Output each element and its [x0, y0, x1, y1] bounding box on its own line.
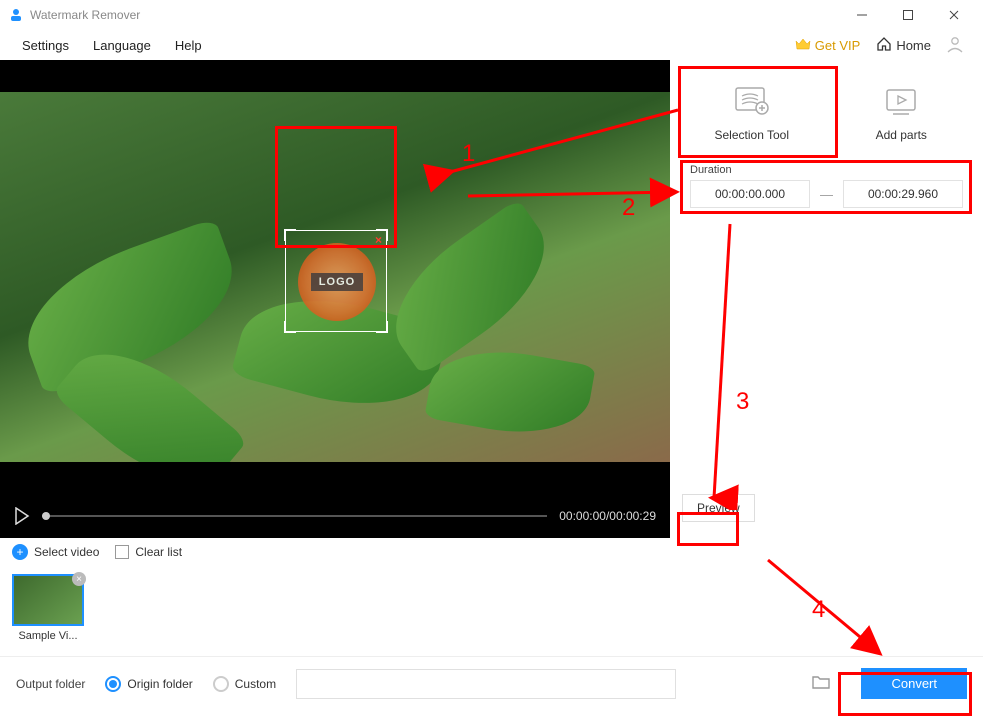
watermark-logo: LOGO — [298, 243, 376, 321]
custom-folder-radio[interactable]: Custom — [213, 676, 276, 692]
side-panel: Selection Tool Add parts Duration 00:00:… — [670, 60, 983, 538]
video-top-bar — [0, 60, 670, 92]
window-title: Watermark Remover — [30, 8, 140, 22]
preview-button[interactable]: Preview — [682, 494, 755, 522]
close-button[interactable] — [931, 0, 977, 30]
profile-button[interactable] — [945, 34, 965, 57]
radio-unchecked-icon — [213, 676, 229, 692]
app-icon — [8, 7, 24, 23]
clear-list-label: Clear list — [135, 545, 182, 559]
clip-thumbnail[interactable]: × — [12, 574, 84, 626]
clear-icon — [115, 545, 129, 559]
selection-tool-button[interactable]: Selection Tool — [682, 70, 822, 152]
menu-language[interactable]: Language — [81, 34, 163, 57]
add-parts-label: Add parts — [876, 128, 927, 142]
clip-strip: × Sample Vi... — [0, 566, 983, 656]
select-video-label: Select video — [34, 545, 99, 559]
home-label: Home — [896, 38, 931, 53]
timecode: 00:00:00/00:00:29 — [559, 509, 656, 523]
plus-icon: + — [12, 544, 28, 560]
watermark-text: LOGO — [311, 273, 363, 291]
radio-checked-icon — [105, 676, 121, 692]
origin-folder-label: Origin folder — [127, 677, 192, 691]
selection-tool-label: Selection Tool — [715, 128, 790, 142]
video-preview[interactable]: × LOGO — [0, 92, 670, 462]
duration-end-input[interactable]: 00:00:29.960 — [843, 180, 963, 208]
get-vip-label: Get VIP — [815, 38, 861, 53]
output-bar: Output folder Origin folder Custom Conve… — [0, 656, 983, 710]
browse-folder-button[interactable] — [811, 673, 831, 694]
selection-close-icon[interactable]: × — [375, 233, 382, 247]
user-icon — [945, 34, 965, 54]
add-parts-icon — [879, 84, 923, 118]
folder-icon — [811, 673, 831, 691]
output-folder-label: Output folder — [16, 677, 85, 691]
select-video-button[interactable]: + Select video — [12, 544, 99, 560]
menu-bar: Settings Language Help Get VIP Home — [0, 30, 983, 60]
clip-remove-icon[interactable]: × — [72, 572, 86, 586]
maximize-button[interactable] — [885, 0, 931, 30]
origin-folder-radio[interactable]: Origin folder — [105, 676, 192, 692]
player-controls: 00:00:00/00:00:29 — [0, 494, 670, 538]
menu-settings[interactable]: Settings — [10, 34, 81, 57]
duration-separator: — — [820, 187, 833, 202]
main-area: × LOGO 00:00:00/00:00:29 Selection Tool — [0, 60, 983, 538]
timeline-slider[interactable] — [42, 515, 547, 517]
add-parts-button[interactable]: Add parts — [832, 70, 972, 152]
minimize-button[interactable] — [839, 0, 885, 30]
duration-panel: Duration 00:00:00.000 — 00:00:29.960 — [682, 158, 971, 218]
home-icon — [876, 36, 892, 55]
clip-name: Sample Vi... — [12, 630, 84, 642]
home-button[interactable]: Home — [876, 36, 931, 55]
menu-help[interactable]: Help — [163, 34, 214, 57]
convert-button[interactable]: Convert — [861, 668, 967, 699]
clips-toolbar: + Select video Clear list — [0, 538, 983, 566]
custom-folder-label: Custom — [235, 677, 276, 691]
custom-path-input[interactable] — [296, 669, 676, 699]
watermark-selection[interactable]: × LOGO — [285, 230, 387, 332]
crown-icon — [795, 37, 811, 54]
play-button[interactable] — [14, 507, 30, 525]
duration-start-input[interactable]: 00:00:00.000 — [690, 180, 810, 208]
video-area: × LOGO 00:00:00/00:00:29 — [0, 60, 670, 538]
duration-label: Duration — [690, 164, 963, 176]
selection-tool-icon — [730, 84, 774, 118]
clear-list-button[interactable]: Clear list — [115, 545, 182, 559]
get-vip-button[interactable]: Get VIP — [795, 37, 861, 54]
clip-item[interactable]: × Sample Vi... — [12, 574, 84, 652]
title-bar: Watermark Remover — [0, 0, 983, 30]
video-bottom-bar — [0, 462, 670, 494]
